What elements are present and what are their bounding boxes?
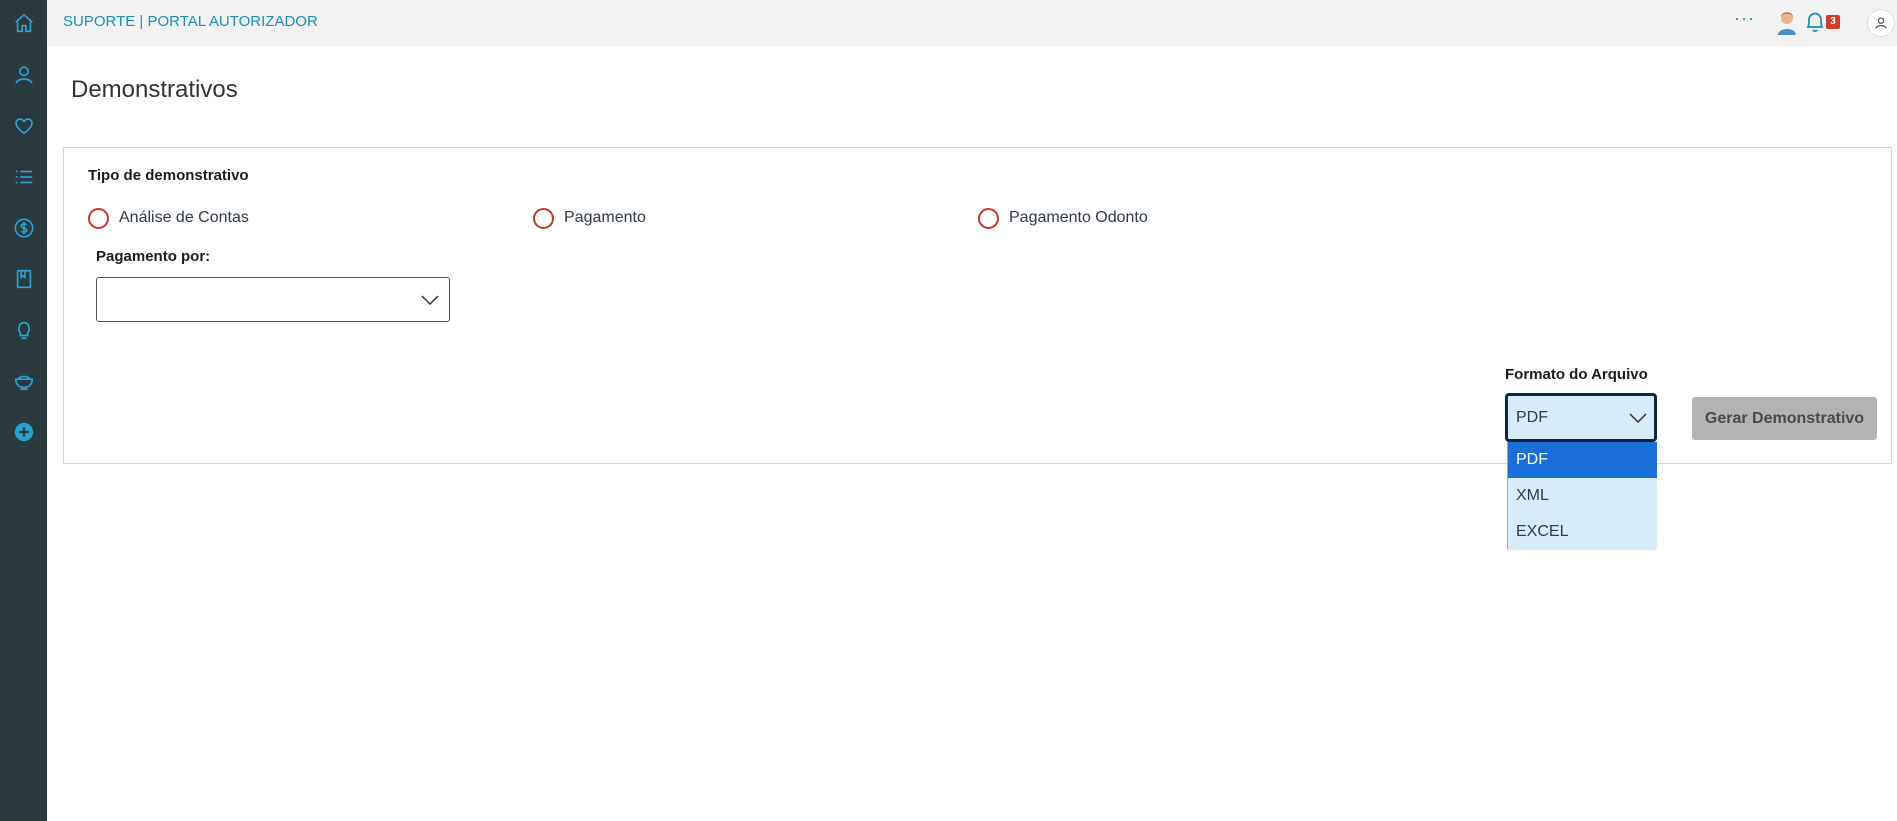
page-title: Demonstrativos <box>71 76 238 103</box>
sidebar <box>0 0 47 821</box>
lightbulb-icon <box>17 321 30 340</box>
home-icon <box>14 13 33 33</box>
sidebar-item-list[interactable] <box>0 157 47 197</box>
avatar-image-icon[interactable] <box>1775 9 1799 35</box>
sidebar-item-user[interactable] <box>0 55 47 95</box>
option-xml[interactable]: XML <box>1508 478 1657 514</box>
gerar-demonstrativo-button[interactable]: Gerar Demonstrativo <box>1692 397 1877 440</box>
pagamento-por-label: Pagamento por: <box>96 248 211 265</box>
chevron-down-icon <box>1629 413 1647 423</box>
radio-pagamento[interactable]: Pagamento <box>533 205 646 231</box>
tipo-demonstrativo-label: Tipo de demonstrativo <box>88 167 249 184</box>
option-pdf[interactable]: PDF <box>1508 442 1657 478</box>
sidebar-item-ideas[interactable] <box>0 310 47 350</box>
formato-arquivo-label: Formato do Arquivo <box>1505 366 1648 383</box>
radio-label: Pagamento <box>564 209 646 226</box>
radio-analise-contas[interactable]: Análise de Contas <box>88 205 249 231</box>
dollar-icon <box>13 218 34 238</box>
add-icon <box>14 422 33 442</box>
pagamento-por-select[interactable] <box>96 277 450 322</box>
sidebar-item-home[interactable] <box>0 3 47 43</box>
radio-button[interactable] <box>978 207 999 229</box>
plate-icon <box>14 375 33 391</box>
radio-label: Pagamento Odonto <box>1009 209 1148 226</box>
notifications-badge: 3 <box>1826 15 1840 29</box>
user-icon <box>14 66 33 84</box>
more-options-button[interactable]: ··· <box>1734 8 1755 29</box>
top-bar: SUPORTE | PORTAL AUTORIZADOR ··· 3 <box>47 0 1897 46</box>
radio-pagamento-odonto[interactable]: Pagamento Odonto <box>978 205 1148 231</box>
sidebar-item-services[interactable] <box>0 361 47 401</box>
sidebar-item-finance[interactable] <box>0 208 47 248</box>
chevron-down-icon <box>421 295 439 305</box>
formato-arquivo-select[interactable]: PDF <box>1505 393 1657 442</box>
app-title: SUPORTE | PORTAL AUTORIZADOR <box>63 13 318 30</box>
user-menu-button[interactable] <box>1867 9 1895 37</box>
option-excel[interactable]: EXCEL <box>1508 514 1657 550</box>
sidebar-item-health[interactable] <box>0 106 47 146</box>
radio-button[interactable] <box>88 207 109 229</box>
notifications-bell-icon[interactable] <box>1804 10 1826 34</box>
radio-label: Análise de Contas <box>119 209 249 226</box>
formato-arquivo-value: PDF <box>1516 409 1548 426</box>
sidebar-item-book[interactable] <box>0 259 47 299</box>
list-icon <box>15 170 32 184</box>
radio-button[interactable] <box>533 207 554 229</box>
sidebar-item-add[interactable] <box>0 412 47 452</box>
user-icon <box>1875 17 1887 29</box>
book-icon <box>16 269 31 289</box>
heart-icon <box>14 118 33 135</box>
formato-arquivo-dropdown: PDF XML EXCEL <box>1507 442 1657 550</box>
